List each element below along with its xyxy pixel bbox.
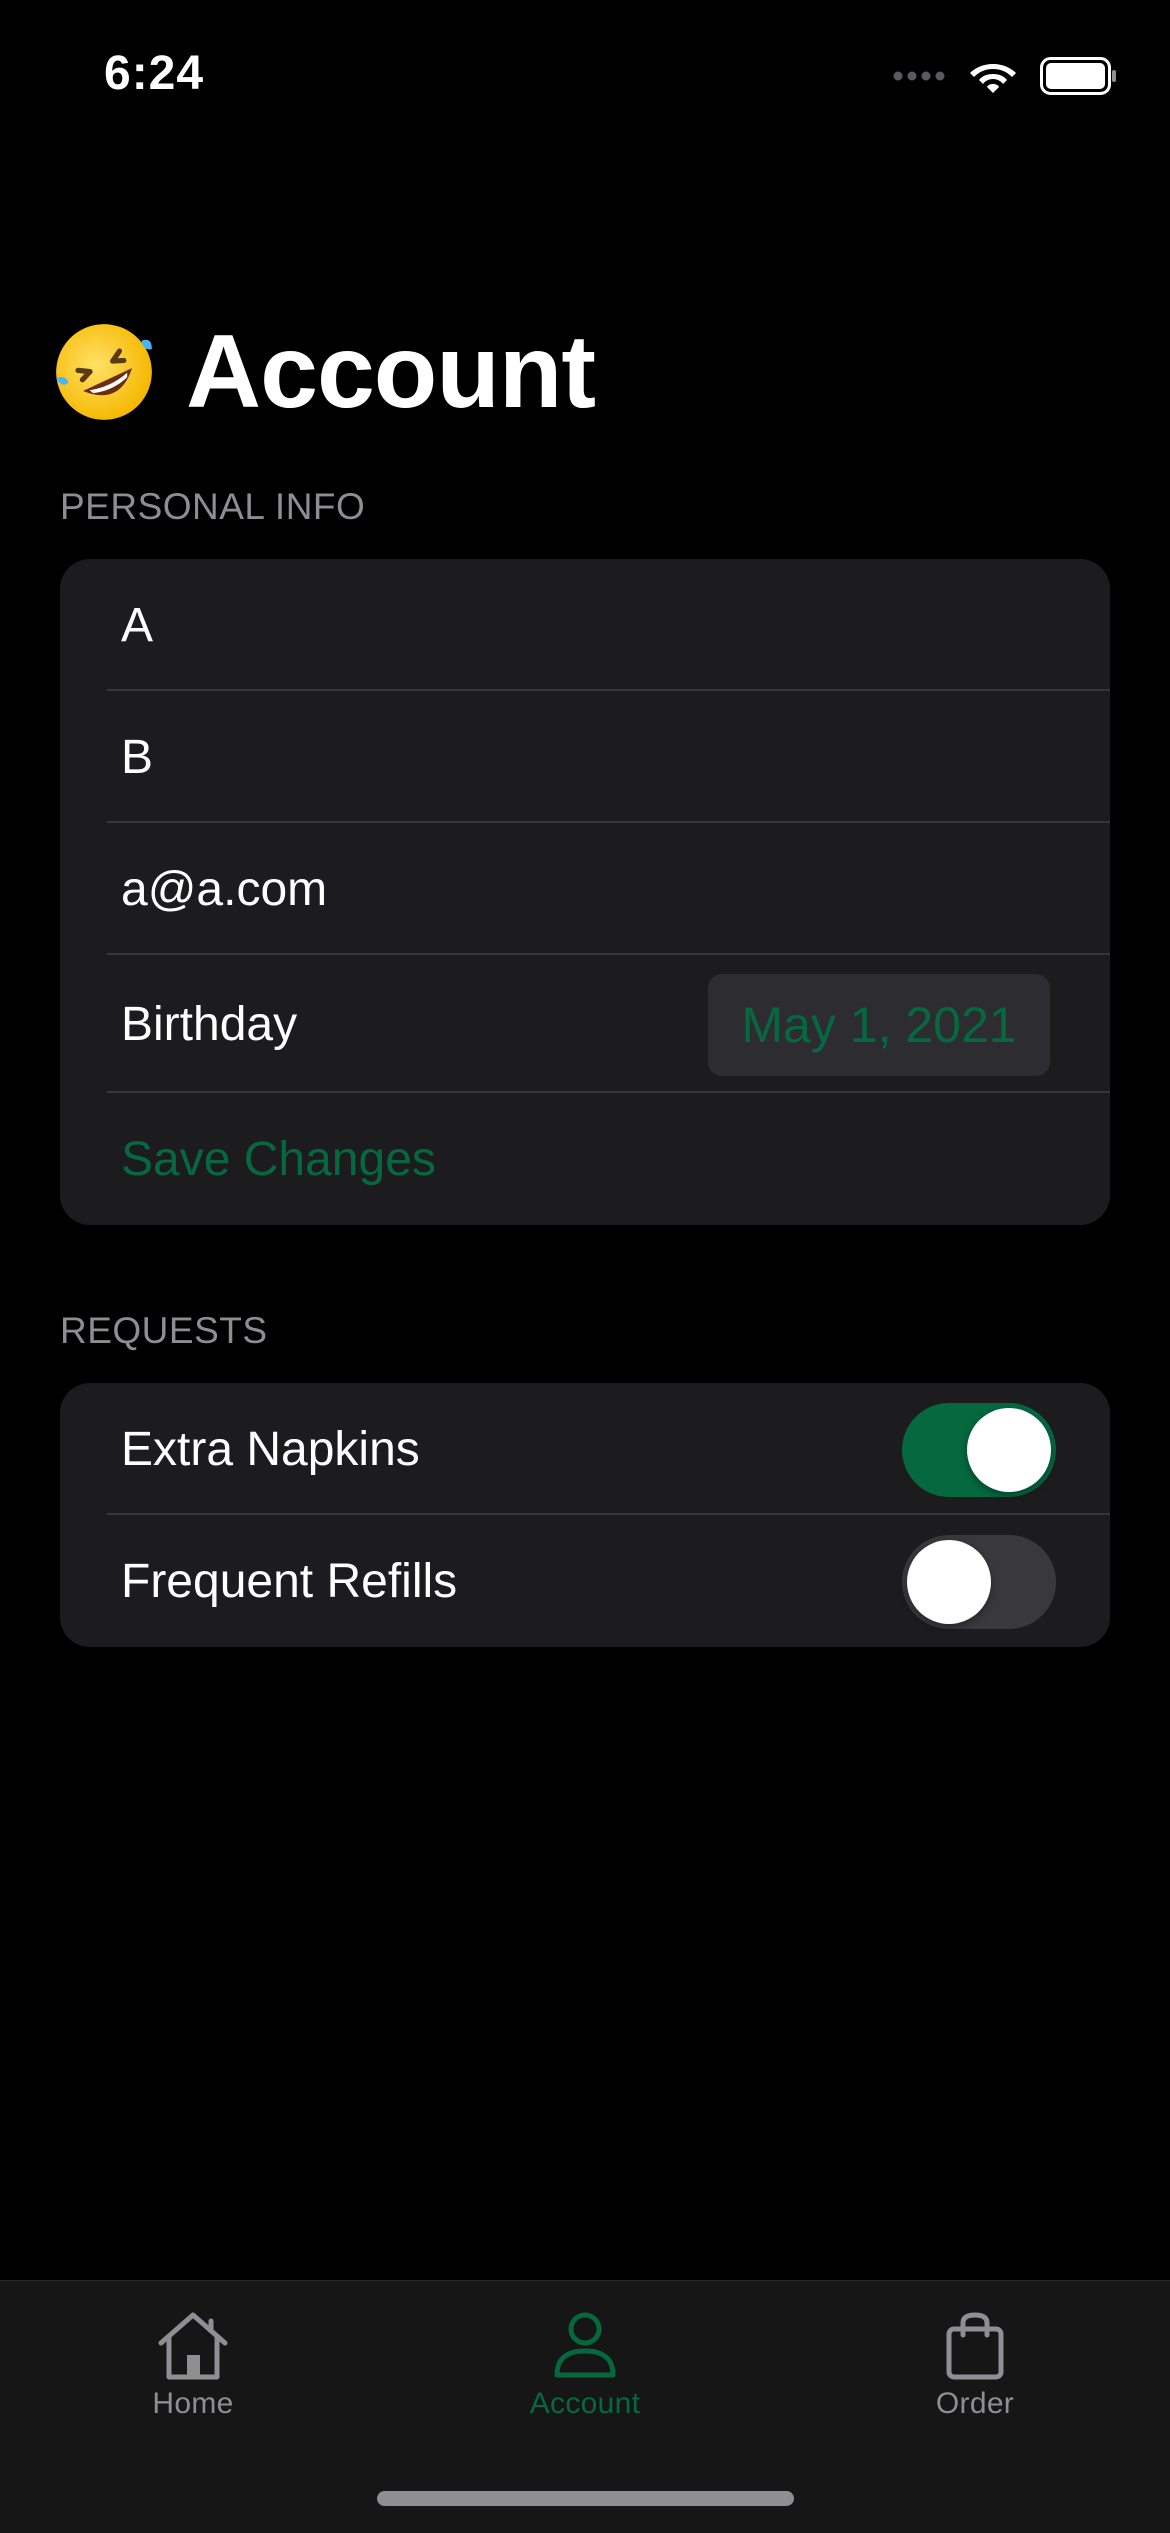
email-field[interactable]: a@a.com — [60, 823, 1110, 955]
home-indicator[interactable] — [377, 2491, 794, 2506]
frequent-refills-label: Frequent Refills — [121, 1554, 458, 1608]
tab-order[interactable]: Order — [855, 2309, 1095, 2421]
first-name-field[interactable]: A — [60, 559, 1110, 691]
signal-icon — [893, 71, 945, 81]
tab-account[interactable]: Account — [465, 2309, 705, 2421]
extra-napkins-row: Extra Napkins — [60, 1383, 1110, 1515]
status-bar: 6:24 — [0, 0, 1170, 150]
section-header-personal-info: PERSONAL INFO — [60, 486, 366, 527]
tab-home[interactable]: Home — [73, 2309, 313, 2421]
rolling-laughing-emoji-icon — [56, 324, 152, 420]
toggle-knob — [907, 1540, 991, 1624]
status-time: 6:24 — [104, 47, 205, 100]
requests-group: Extra Napkins Frequent Refills — [60, 1383, 1110, 1647]
bag-icon — [946, 2312, 1004, 2380]
tab-account-label: Account — [529, 2387, 641, 2420]
house-icon — [158, 2312, 228, 2380]
birthday-label: Birthday — [121, 997, 298, 1051]
tab-order-label: Order — [935, 2387, 1015, 2420]
person-icon — [554, 2312, 616, 2378]
save-changes-button[interactable]: Save Changes — [60, 1093, 1110, 1225]
page-title: Account — [52, 312, 596, 432]
tab-home-label: Home — [152, 2387, 234, 2420]
extra-napkins-label: Extra Napkins — [121, 1422, 420, 1476]
frequent-refills-row: Frequent Refills — [60, 1515, 1110, 1647]
status-icons — [892, 54, 1118, 98]
page-title-text: Account — [186, 314, 596, 430]
frequent-refills-toggle[interactable] — [902, 1535, 1056, 1629]
last-name-field[interactable]: B — [60, 691, 1110, 823]
wifi-icon — [970, 64, 1016, 93]
extra-napkins-toggle[interactable] — [902, 1403, 1056, 1497]
birthday-row: Birthday May 1, 2021 — [60, 955, 1110, 1093]
section-header-requests: REQUESTS — [60, 1310, 268, 1351]
battery-icon — [1040, 57, 1116, 95]
toggle-knob — [967, 1408, 1051, 1492]
birthday-date-picker[interactable]: May 1, 2021 — [708, 974, 1050, 1076]
personal-info-group: A B a@a.com Birthday May 1, 2021 Save Ch… — [60, 559, 1110, 1225]
